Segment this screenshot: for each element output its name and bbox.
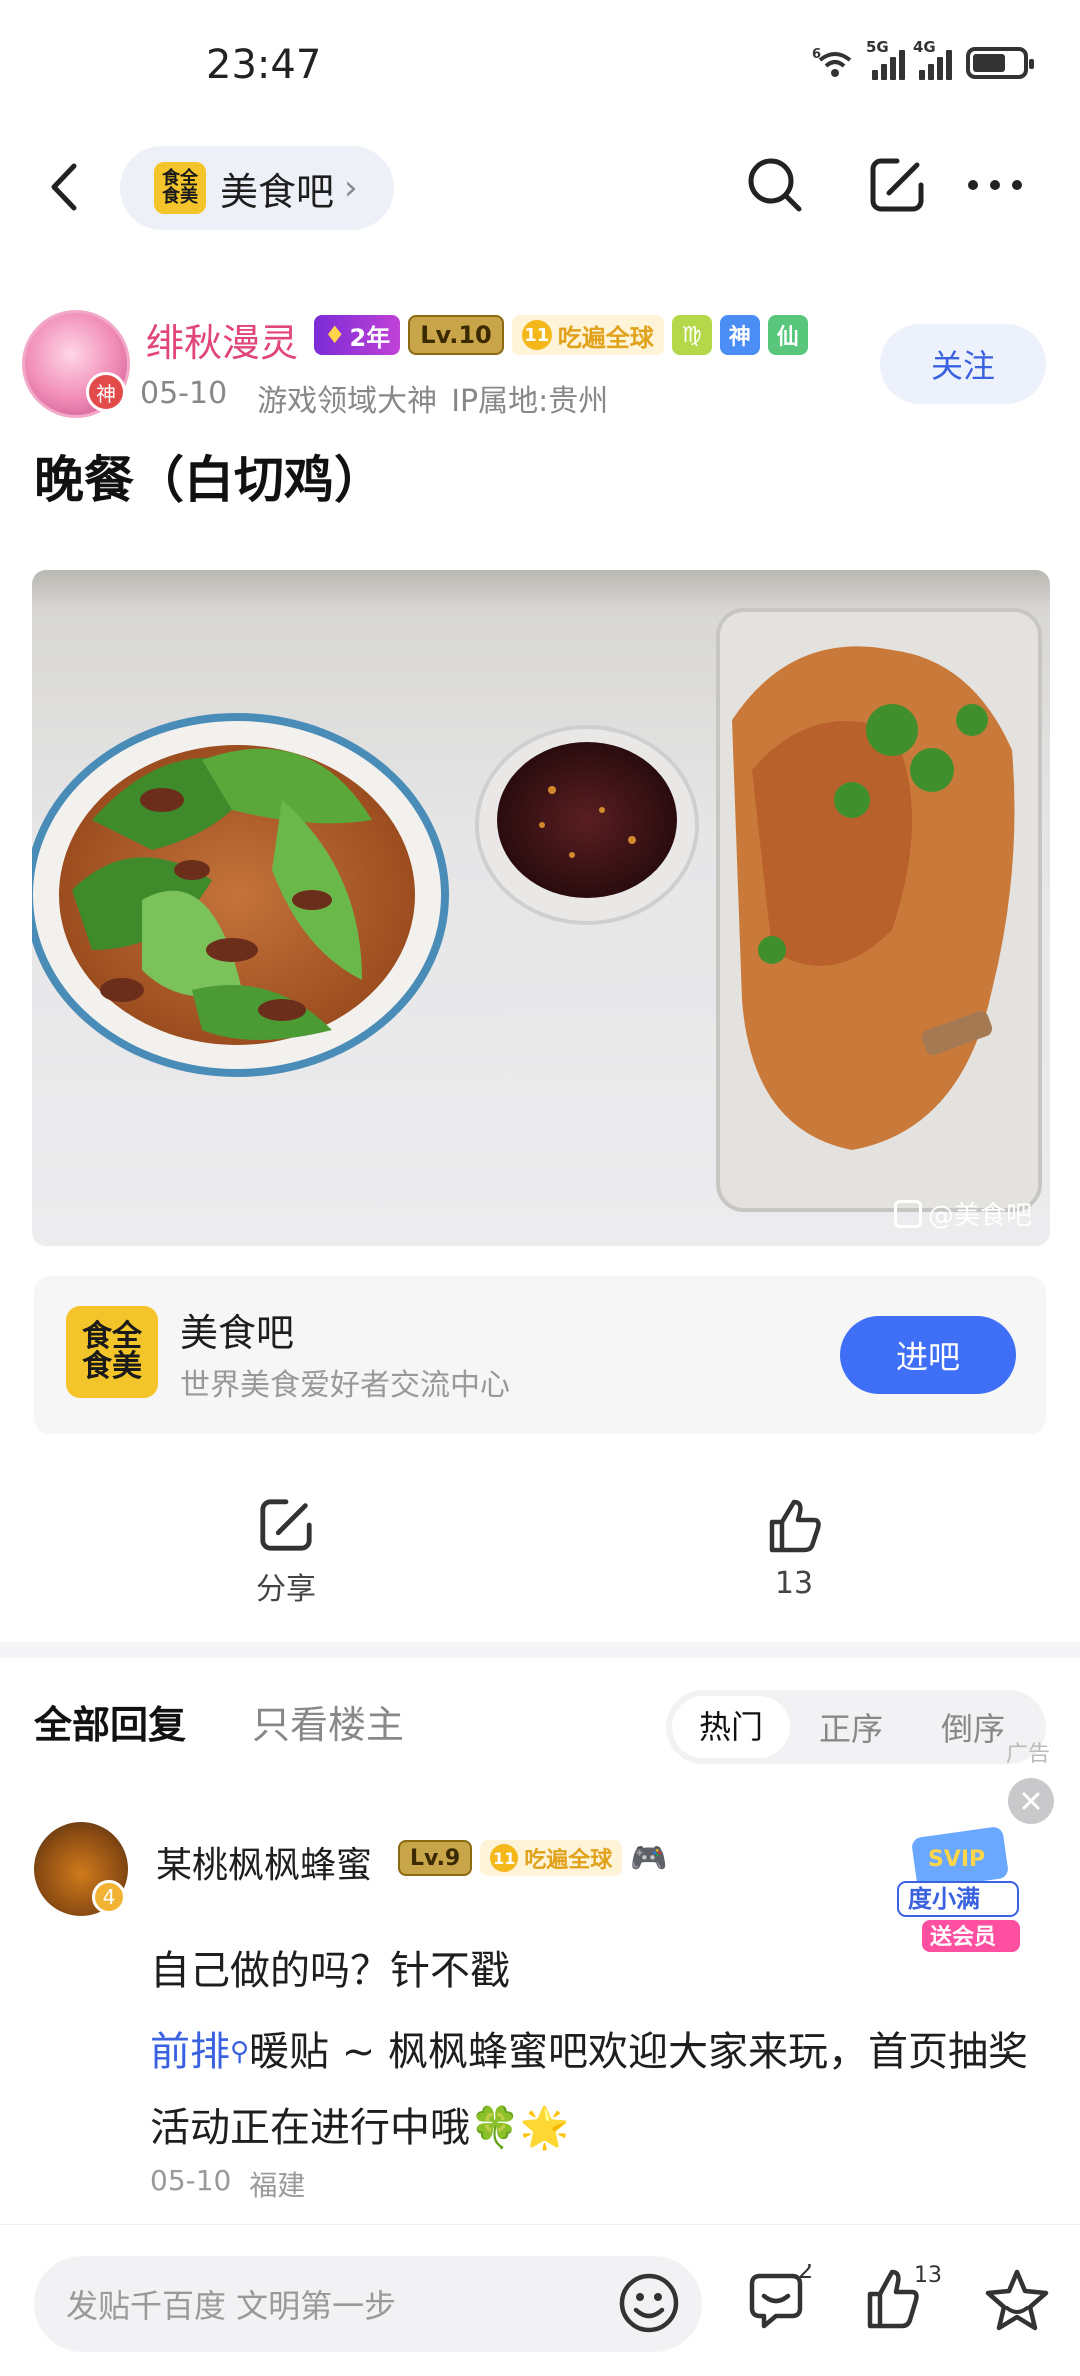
comment-ad-body: 暖贴 ~ 枫枫蜂蜜吧欢迎大家来玩，首页抽奖活动正在进行中哦🍀🌟 — [150, 2029, 1028, 2151]
share-action[interactable]: 分享 — [206, 1496, 366, 1608]
ad-label: 广告 — [1006, 1742, 1051, 1767]
share-label: 分享 — [256, 1572, 316, 1607]
wifi-icon: 6 — [812, 47, 852, 77]
forum-card-desc: 世界美食爱好者交流中心 — [180, 1368, 510, 1403]
forum-logo-text: 食全食美 — [162, 168, 198, 207]
photo-watermark: @美食吧 — [893, 1195, 1032, 1232]
thumbs-up-icon: 13 — [867, 2263, 942, 2329]
thumbs-up-icon — [769, 1499, 821, 1553]
ad-close-button[interactable] — [1008, 1778, 1054, 1824]
like-action[interactable]: 13 — [714, 1496, 874, 1601]
tab-op-only[interactable]: 只看楼主 — [252, 1694, 404, 1749]
svg-text:SVIP: SVIP — [928, 1847, 985, 1872]
comment-text: 自己做的吗？针不戳 — [150, 1948, 510, 1994]
more-icon — [968, 180, 1022, 190]
gamepad-icon: 🎮 — [630, 1840, 668, 1876]
share-icon — [260, 1499, 312, 1551]
bottom-like-button[interactable]: 13 — [862, 2263, 942, 2338]
post-photo[interactable]: @美食吧 — [32, 570, 1050, 1246]
forum-pill-button[interactable]: 食全食美 美食吧 › — [120, 146, 394, 230]
back-button[interactable] — [36, 152, 92, 222]
chevron-left-icon — [51, 163, 77, 211]
enter-forum-button[interactable]: 进吧 — [840, 1316, 1016, 1394]
sort-asc[interactable]: 正序 — [790, 1704, 912, 1750]
signal-5g-icon: 5G — [866, 38, 905, 80]
post-title: 晚餐（白切鸡） — [34, 451, 384, 509]
commenter-avatar-badge: 4 — [92, 1880, 126, 1914]
favorite-button[interactable] — [980, 2264, 1054, 2338]
sort-toggle: 热门 正序 倒序 — [666, 1690, 1046, 1764]
commenter-title-badge: 11 吃遍全球 — [480, 1840, 623, 1876]
svg-text:13: 13 — [914, 2264, 942, 2288]
commenter-level-badge: Lv.9 — [398, 1840, 473, 1876]
forum-card-logo: 食全食美 — [66, 1306, 158, 1398]
ad-banner[interactable]: SVIP 度小满 送会员 — [894, 1826, 1026, 1958]
comment-ad-text: 前排⚲暖贴 ~ 枫枫蜂蜜吧欢迎大家来玩，首页抽奖活动正在进行中哦🍀🌟 — [150, 2014, 1050, 2166]
emoji-button[interactable] — [614, 2268, 684, 2338]
level-badge: Lv.10 — [408, 315, 504, 355]
years-badge-text: 2年 — [349, 323, 391, 352]
search-button[interactable] — [740, 150, 810, 220]
title-badge-text: 吃遍全球 — [557, 323, 654, 352]
forum-card-name: 美食吧 — [180, 1311, 295, 1355]
search-small-icon: ⚲ — [230, 2037, 250, 2067]
food-illustration — [32, 608, 1042, 1212]
watermark-logo-icon — [893, 1199, 922, 1228]
status-icons: 6 5G 4G — [812, 38, 1034, 80]
svg-text:6: 6 — [812, 47, 821, 62]
star-icon — [985, 2269, 1049, 2331]
svg-text:2: 2 — [798, 2264, 813, 2284]
author-avatar-badge: 神 — [86, 372, 126, 412]
section-divider — [0, 1642, 1080, 1658]
comment-meta: 05-10 福建 — [150, 2164, 305, 2204]
forum-logo: 食全食美 — [154, 162, 206, 214]
like-count: 13 — [774, 1566, 814, 1601]
forum-card[interactable]: 食全食美 美食吧 世界美食爱好者交流中心 进吧 — [34, 1276, 1046, 1434]
battery-icon — [966, 47, 1034, 79]
comment-link[interactable]: 前排 — [150, 2029, 230, 2075]
signal-4g-icon: 4G — [913, 38, 952, 80]
post-meta: 05-10 游戏领域大神 IP属地:贵州 — [140, 376, 608, 420]
author-ip: IP属地:贵州 — [451, 384, 609, 419]
comment-location: 福建 — [249, 2169, 306, 2202]
close-icon — [1022, 1792, 1040, 1810]
commenter-badges: Lv.9 11 吃遍全球 🎮 — [398, 1840, 668, 1876]
share-icon — [870, 158, 924, 212]
svg-text:送会员: 送会员 — [930, 1924, 996, 1950]
comment-input[interactable]: 发贴千百度 文明第一步 — [34, 2256, 702, 2352]
diamond-icon: ♦ — [324, 321, 346, 349]
emoji-icon — [619, 2273, 679, 2333]
years-badge: ♦ 2年 — [314, 315, 401, 355]
search-icon — [748, 158, 802, 212]
forum-name: 美食吧 — [220, 169, 335, 214]
chevron-right-icon: › — [344, 168, 358, 208]
commenter-title-text: 吃遍全球 — [524, 1848, 613, 1873]
tab-all-replies[interactable]: 全部回复 — [34, 1694, 186, 1749]
post-date: 05-10 — [140, 376, 228, 411]
comments-button[interactable]: 2 — [742, 2256, 816, 2338]
rank-number: 11 — [521, 320, 552, 350]
share-top-button[interactable] — [862, 150, 932, 220]
commenter-rank-number: 11 — [490, 1844, 519, 1872]
more-button[interactable] — [960, 150, 1030, 220]
immortal-badge: 仙 — [767, 315, 808, 355]
zodiac-badge: ♍ — [671, 315, 712, 355]
forum-card-logo-text: 食全食美 — [82, 1319, 142, 1384]
svg-text:度小满: 度小满 — [908, 1885, 980, 1913]
sort-hot[interactable]: 热门 — [672, 1696, 790, 1758]
title-badge: 11 吃遍全球 — [511, 315, 664, 355]
author-badges: ♦ 2年 Lv.10 11 吃遍全球 ♍ 神 仙 — [314, 314, 808, 356]
watermark-text: @美食吧 — [927, 1201, 1032, 1231]
ad-gift-icon: SVIP 度小满 送会员 — [897, 1827, 1020, 1952]
author-role: 游戏领域大神 — [257, 384, 438, 419]
status-time: 23:47 — [206, 42, 322, 88]
author-name[interactable]: 绯秋漫灵 — [146, 312, 298, 367]
comment-date: 05-10 — [150, 2164, 232, 2197]
commenter-name[interactable]: 某桃枫枫蜂蜜 — [156, 1836, 372, 1888]
comment-bubble-icon: 2 — [749, 2256, 813, 2329]
god-badge: 神 — [719, 315, 760, 355]
follow-button[interactable]: 关注 — [880, 324, 1046, 404]
